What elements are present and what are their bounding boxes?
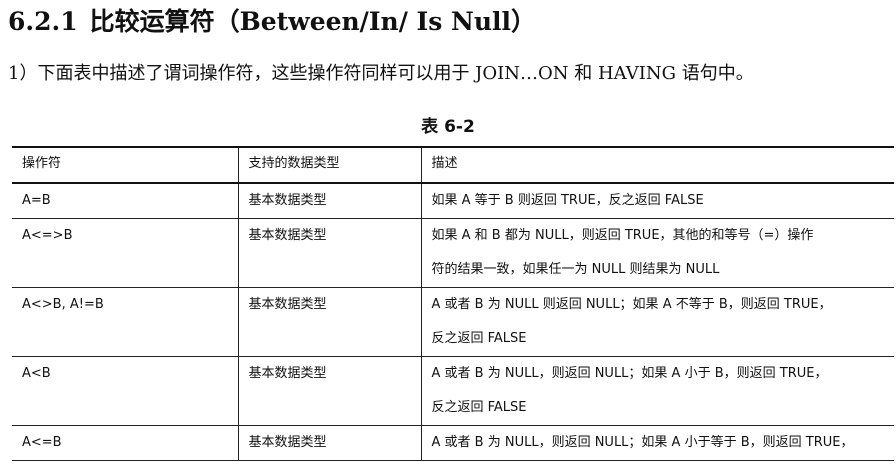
description-line: 反之返回 FALSE	[431, 400, 527, 415]
table-row: A<=>B 基本数据类型 如果 A 和 B 都为 NULL，则返回 TRUE，其…	[12, 218, 894, 288]
section-number: 6.2.1	[8, 7, 78, 36]
operator-cell: A<=>B	[12, 218, 239, 288]
description-cell: 如果 A 等于 B 则返回 TRUE，反之返回 FALSE	[420, 183, 894, 219]
table-row: A=B 基本数据类型 如果 A 等于 B 则返回 TRUE，反之返回 FALSE	[12, 183, 894, 219]
description-cell: A 或者 B 为 NULL 则返回 NULL；如果 A 不等于 B，则返回 TR…	[420, 287, 894, 357]
table-header-row: 操作符 支持的数据类型 描述	[12, 146, 894, 184]
description-line: 如果 A 等于 B 则返回 TRUE，反之返回 FALSE	[431, 193, 704, 208]
table-row: A<B 基本数据类型 A 或者 B 为 NULL，则返回 NULL；如果 A 小…	[12, 356, 894, 426]
table-caption: 表 6-2	[421, 117, 475, 137]
intro-paragraph: 1）下面表中描述了谓词操作符，这些操作符同样可以用于 JOIN…ON 和 HAV…	[8, 63, 754, 84]
data-type-cell: 基本数据类型	[237, 183, 422, 219]
data-type-cell: 基本数据类型	[237, 218, 422, 288]
description-line: A 或者 B 为 NULL，则返回 NULL；如果 A 小于等于 B，则返回 T…	[431, 435, 854, 450]
description-line: 反之返回 FALSE	[431, 331, 527, 346]
table-row: A<=B 基本数据类型 A 或者 B 为 NULL，则返回 NULL；如果 A …	[12, 425, 894, 461]
header-description: 描述	[420, 146, 894, 184]
operator-cell: A<=B	[12, 425, 239, 461]
description-cell: 如果 A 和 B 都为 NULL，则返回 TRUE，其他的和等号（=）操作 符的…	[420, 218, 894, 288]
description-line: 如果 A 和 B 都为 NULL，则返回 TRUE，其他的和等号（=）操作	[431, 228, 814, 243]
operators-table: 操作符 支持的数据类型 描述 A=B 基本数据类型 如果 A 等于 B 则返回 …	[12, 146, 894, 461]
section-title: 比较运算符（Between/In/ Is Null）	[89, 7, 537, 36]
operator-cell: A<B	[12, 356, 239, 426]
table-row: A<>B, A!=B 基本数据类型 A 或者 B 为 NULL 则返回 NULL…	[12, 287, 894, 357]
description-line: A 或者 B 为 NULL 则返回 NULL；如果 A 不等于 B，则返回 TR…	[431, 297, 832, 312]
header-operator: 操作符	[12, 146, 239, 184]
description-line: A 或者 B 为 NULL，则返回 NULL；如果 A 小于 B，则返回 TRU…	[431, 366, 828, 381]
description-line: 符的结果一致，如果任一为 NULL 则结果为 NULL	[431, 262, 720, 277]
description-cell: A 或者 B 为 NULL，则返回 NULL；如果 A 小于 B，则返回 TRU…	[420, 356, 894, 426]
data-type-cell: 基本数据类型	[237, 425, 422, 461]
data-type-cell: 基本数据类型	[237, 356, 422, 426]
description-cell: A 或者 B 为 NULL，则返回 NULL；如果 A 小于等于 B，则返回 T…	[420, 425, 894, 461]
header-data-type: 支持的数据类型	[237, 146, 422, 184]
operator-cell: A<>B, A!=B	[12, 287, 239, 357]
data-type-cell: 基本数据类型	[237, 287, 422, 357]
operator-cell: A=B	[12, 183, 239, 219]
section-heading: 6.2.1 比较运算符（Between/In/ Is Null）	[8, 2, 536, 38]
